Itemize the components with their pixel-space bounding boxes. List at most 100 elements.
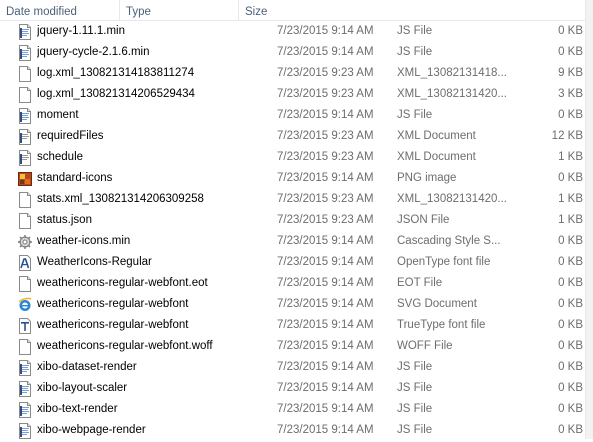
file-date-modified: 7/23/2015 9:14 AM [277,361,374,373]
file-row[interactable]: xibo-webpage-render 7/23/2015 9:14 AM JS F… [0,420,585,441]
file-type: JS File [397,109,433,121]
file-row[interactable]: moment 7/23/2015 9:14 AM JS File 0 KB [0,105,585,126]
js-file-icon [18,360,32,376]
file-type: WOFF File [397,340,453,352]
file-date-modified: 7/23/2015 9:14 AM [277,172,374,184]
blank-file-icon [18,192,32,208]
file-name: jquery-1.11.1.min [37,25,125,37]
file-name: log.xml_130821314183811274 [37,67,195,79]
file-row[interactable]: weather-icons.min 7/23/2015 9:14 AM Cascad… [0,231,585,252]
column-header-type[interactable]: Type [120,0,239,20]
blank-file-icon [18,87,32,103]
file-name: weathericons-regular-webfont [37,298,189,310]
file-date-modified: 7/23/2015 9:14 AM [277,235,374,247]
file-row[interactable]: xibo-text-render 7/23/2015 9:14 AM JS File… [0,399,585,420]
file-date-modified: 7/23/2015 9:23 AM [277,193,374,205]
file-type: JS File [397,46,433,58]
file-date-modified: 7/23/2015 9:14 AM [277,340,374,352]
file-type: EOT File [397,277,443,289]
js-file-icon [18,381,32,397]
blank-file-icon [18,339,32,355]
column-header-bar: Date modified Type Size [0,0,593,21]
file-date-modified: 7/23/2015 9:14 AM [277,298,374,310]
file-date-modified: 7/23/2015 9:23 AM [277,130,374,142]
file-type: XML Document [397,130,476,142]
file-type: TrueType font file [397,319,486,331]
file-row[interactable]: weathericons-regular-webfont 7/23/2015 9:… [0,315,585,336]
blank-file-icon [18,276,32,292]
file-type: XML_13082131420... [397,88,507,100]
file-row[interactable]: status.json 7/23/2015 9:23 AM JSON File 1 K… [0,210,585,231]
ie-svg-document-icon [18,297,32,313]
vertical-scrollbar[interactable] [585,0,593,439]
file-row[interactable]: weathericons-regular-webfont.eot 7/23/201… [0,273,585,294]
file-name: stats.xml_130821314206309258 [37,193,204,205]
file-row[interactable]: stats.xml_130821314206309258 7/23/2015 9:… [0,189,585,210]
js-file-icon [18,45,32,61]
file-row[interactable]: xibo-dataset-render 7/23/2015 9:14 AM JS F… [0,357,585,378]
file-size: 9 KB [558,67,583,79]
file-size: 0 KB [558,340,583,352]
file-size: 1 KB [558,214,583,226]
file-date-modified: 7/23/2015 9:14 AM [277,277,374,289]
file-type: JS File [397,382,433,394]
file-name: xibo-text-render [37,403,118,415]
file-date-modified: 7/23/2015 9:14 AM [277,319,374,331]
blank-file-icon [18,66,32,82]
file-row[interactable]: log.xml_130821314206529434 7/23/2015 9:23… [0,84,585,105]
file-name: weathericons-regular-webfont [37,319,189,331]
file-name: log.xml_130821314206529434 [37,88,195,100]
css-file-icon [18,234,32,250]
file-date-modified: 7/23/2015 9:14 AM [277,46,374,58]
file-row[interactable]: requiredFiles 7/23/2015 9:23 AM XML Docume… [0,126,585,147]
column-header-date-modified[interactable]: Date modified [0,0,120,20]
file-name: jquery-cycle-2.1.6.min [37,46,150,58]
file-list: jquery-1.11.1.min 7/23/2015 9:14 AM JS Fil… [0,21,585,441]
file-size: 0 KB [558,382,583,394]
file-type: SVG Document [397,298,477,310]
file-date-modified: 7/23/2015 9:23 AM [277,151,374,163]
file-name: standard-icons [37,172,113,184]
file-size: 0 KB [558,256,583,268]
file-row[interactable]: log.xml_130821314183811274 7/23/2015 9:23… [0,63,585,84]
file-name: weathericons-regular-webfont.eot [37,277,208,289]
file-row[interactable]: standard-icons 7/23/2015 9:14 AM PNG image… [0,168,585,189]
file-name: weather-icons.min [37,235,131,247]
file-type: XML Document [397,151,476,163]
file-row[interactable]: WeatherIcons-Regular 7/23/2015 9:14 AM Ope… [0,252,585,273]
file-date-modified: 7/23/2015 9:14 AM [277,403,374,415]
file-row[interactable]: jquery-1.11.1.min 7/23/2015 9:14 AM JS Fil… [0,21,585,42]
column-header-size[interactable]: Size [239,0,359,20]
js-file-icon [18,423,32,439]
file-row[interactable]: schedule 7/23/2015 9:23 AM XML Document 1 K… [0,147,585,168]
file-row[interactable]: jquery-cycle-2.1.6.min 7/23/2015 9:14 AM J… [0,42,585,63]
file-name: xibo-webpage-render [37,424,146,436]
file-size: 1 KB [558,151,583,163]
file-name: status.json [37,214,92,226]
file-size: 0 KB [558,319,583,331]
file-name: WeatherIcons-Regular [37,256,152,268]
file-date-modified: 7/23/2015 9:14 AM [277,109,374,121]
file-name: moment [37,109,79,121]
js-file-icon [18,108,32,124]
js-file-icon [18,402,32,418]
file-row[interactable]: xibo-layout-scaler 7/23/2015 9:14 AM JS Fi… [0,378,585,399]
file-row[interactable]: weathericons-regular-webfont 7/23/2015 9:… [0,294,585,315]
file-type: JSON File [397,214,450,226]
file-type: XML_13082131418... [397,67,507,79]
file-name: xibo-dataset-render [37,361,137,373]
file-row[interactable]: weathericons-regular-webfont.woff 7/23/20… [0,336,585,357]
file-size: 3 KB [558,88,583,100]
xml-document-icon [18,150,32,166]
file-type: JS File [397,25,433,37]
file-date-modified: 7/23/2015 9:14 AM [277,25,374,37]
png-image-icon [18,171,32,187]
file-type: JS File [397,424,433,436]
blank-file-icon [18,213,32,229]
file-date-modified: 7/23/2015 9:23 AM [277,67,374,79]
file-type: Cascading Style S... [397,235,501,247]
file-size: 0 KB [558,298,583,310]
opentype-font-icon [18,255,32,271]
file-size: 0 KB [558,172,583,184]
file-type: OpenType font file [397,256,491,268]
